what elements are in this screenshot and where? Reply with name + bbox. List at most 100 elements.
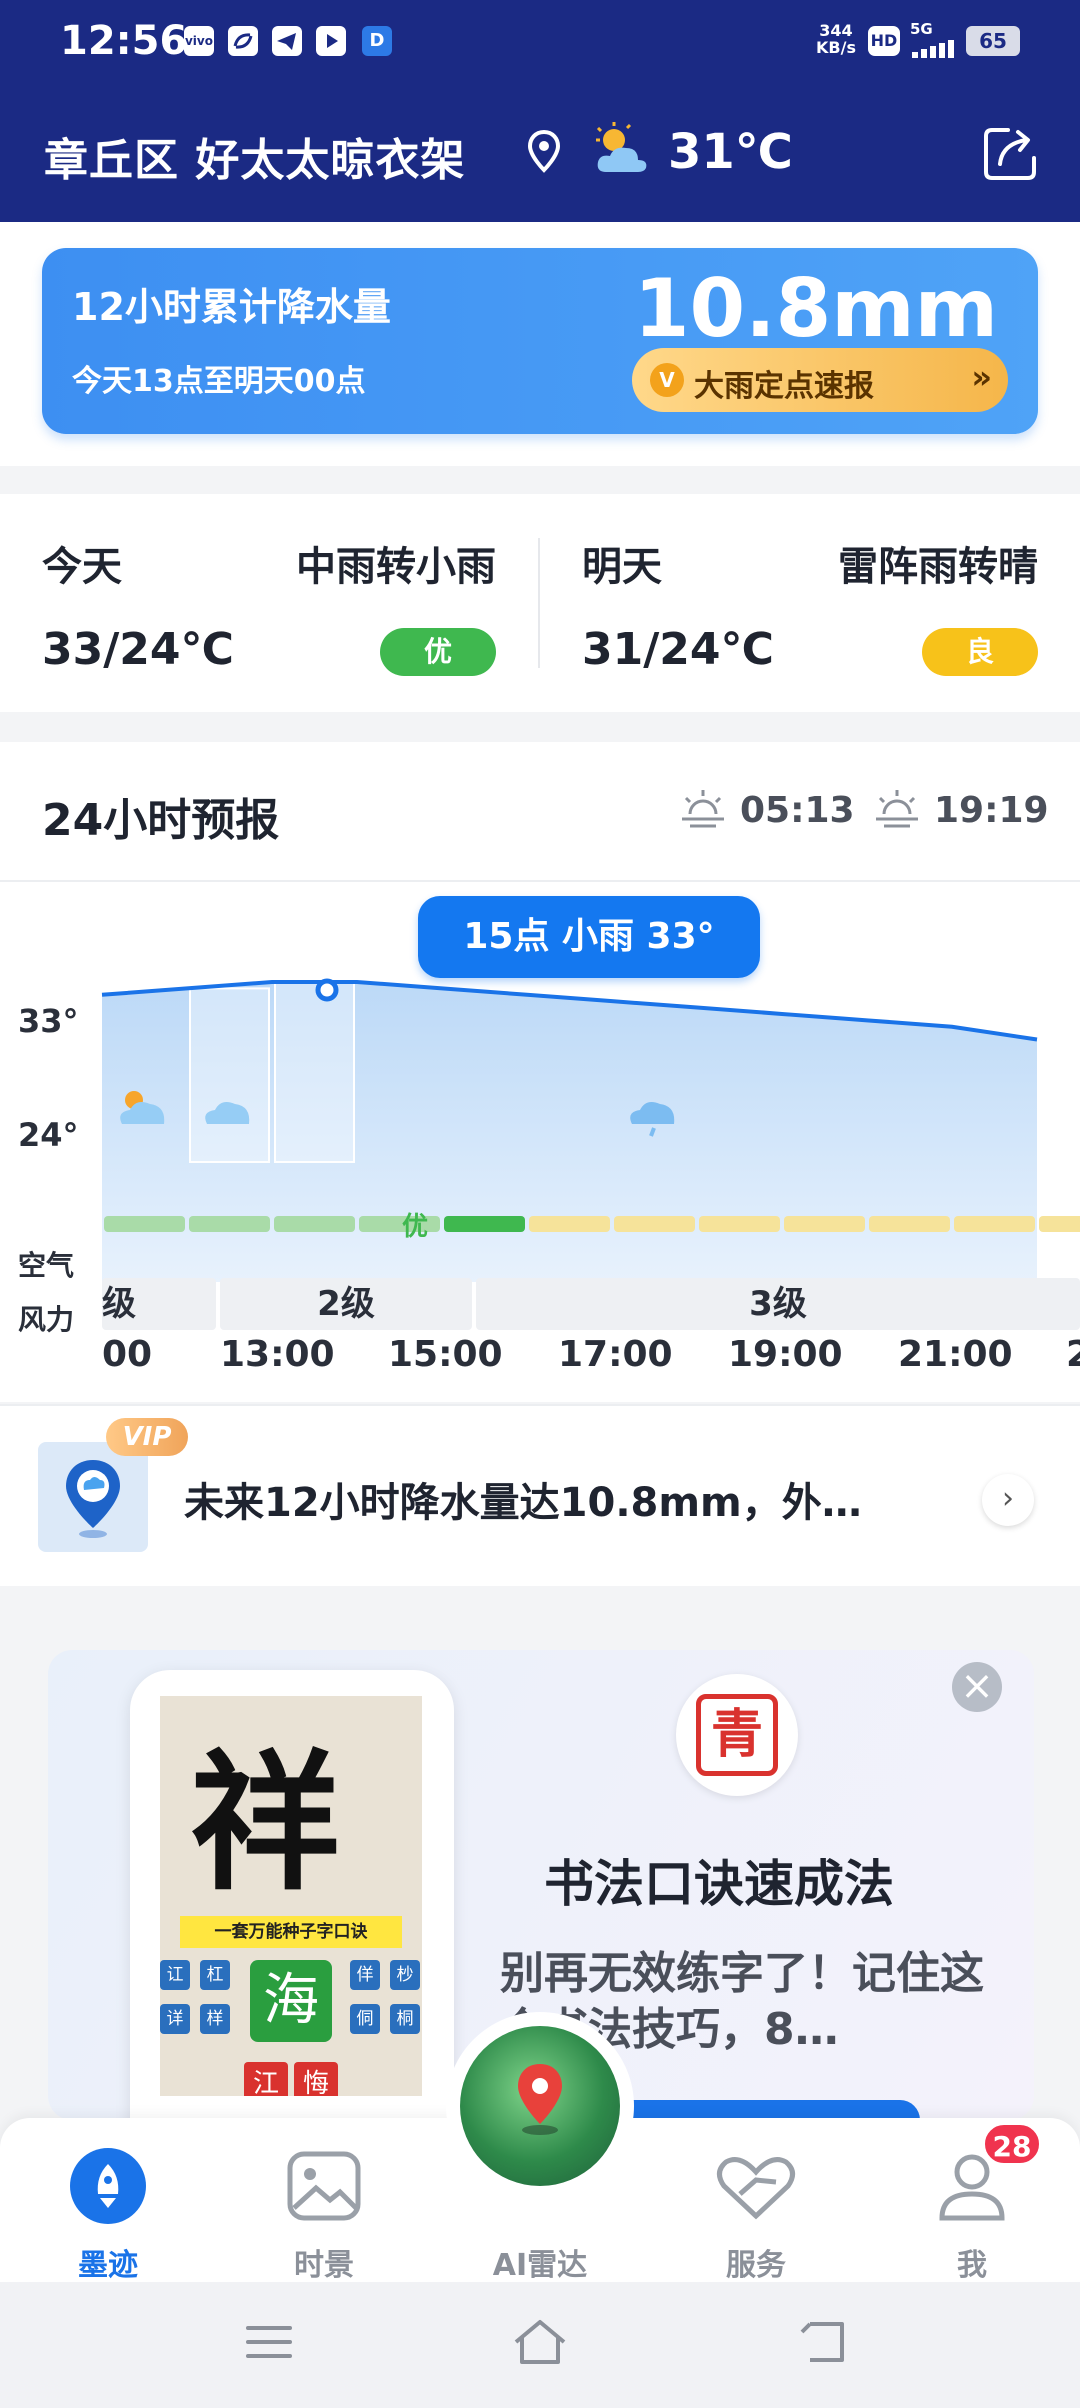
- tab-label: 时景: [294, 2248, 354, 2283]
- location-pin-icon[interactable]: [526, 130, 562, 174]
- tab-service[interactable]: 服务: [676, 2142, 836, 2283]
- hourly-forecast: 24小时预报 05:13 19:19 33° 24° 15点 小雨 33° 空气…: [0, 742, 1080, 1402]
- tab-moji[interactable]: 墨迹: [28, 2142, 188, 2283]
- ad-close-button[interactable]: ×: [952, 1662, 1002, 1712]
- current-temperature: 31℃: [668, 124, 793, 180]
- tab-scenery[interactable]: 时景: [244, 2142, 404, 2283]
- ad-title: 书法口诀速成法: [544, 1855, 894, 1913]
- menu-icon[interactable]: [244, 2322, 294, 2362]
- air-quality-bar: [529, 1216, 610, 1232]
- heart-hand-icon: [717, 2157, 795, 2220]
- vip-v-icon: V: [650, 363, 684, 397]
- air-quality-bar: [1039, 1216, 1080, 1232]
- air-row-label: 空气: [18, 1249, 75, 1282]
- network-type: 5G: [910, 20, 933, 38]
- tab-label: AI雷达: [492, 2248, 588, 2283]
- time-label: 00: [102, 1334, 153, 1375]
- tab-label: 墨迹: [78, 2248, 138, 2283]
- daily-forecast: 今天 中雨转小雨 33/24℃ 优 明天 雷阵雨转晴 31/24℃ 良: [0, 494, 1080, 712]
- air-quality-bar: [954, 1216, 1035, 1232]
- highlight-point: [315, 978, 339, 1002]
- air-quality-bar: [274, 1216, 355, 1232]
- sunrise-time: 05:13: [740, 790, 855, 831]
- rain-summary-card[interactable]: 12小时累计降水量 今天13点至明天00点 10.8mm V 大雨定点速报 »: [42, 248, 1038, 434]
- location-title[interactable]: 章丘区 好太太晾衣架: [44, 124, 465, 188]
- signal-icon: [912, 40, 954, 58]
- home-icon[interactable]: [510, 2316, 570, 2368]
- chart-tooltip: 15点 小雨 33°: [418, 896, 760, 978]
- air-quality-bar: [699, 1216, 780, 1232]
- time-label: 19:00: [728, 1334, 843, 1375]
- sunset-icon: [876, 790, 918, 828]
- net-speed: 344 KB/s: [816, 21, 856, 57]
- ad-mini-char: 杠: [200, 1960, 230, 1990]
- highlight-band: [189, 987, 270, 1163]
- ad-banner-text: 一套万能种子字口诀: [180, 1916, 402, 1948]
- play-icon: [316, 26, 346, 56]
- share-icon[interactable]: [980, 124, 1040, 184]
- system-nav-bar: [0, 2282, 1080, 2408]
- radar-icon: [460, 2026, 620, 2186]
- sunrise-icon: [682, 790, 724, 828]
- ad-mini-char: 讧: [160, 1960, 190, 1990]
- ad-logo: 青: [676, 1674, 798, 1796]
- time-label: 13:00: [220, 1334, 335, 1375]
- ad-red-char: 江: [244, 2062, 288, 2096]
- rain-time-range: 今天13点至明天00点: [72, 364, 366, 399]
- rain-amount: 10.8mm: [633, 262, 998, 355]
- ai-radar-button[interactable]: [446, 2012, 634, 2200]
- ad-cta-button[interactable]: [608, 2100, 920, 2120]
- ad-mini-char: 详: [160, 2004, 190, 2034]
- air-quality-bar: [614, 1216, 695, 1232]
- rain-title: 12小时累计降水量: [72, 285, 391, 329]
- ad-red-char: 悔: [294, 2062, 338, 2096]
- air-quality-bar: [869, 1216, 950, 1232]
- notification-badge: 28: [982, 2122, 1042, 2166]
- today-label: 今天: [42, 544, 122, 590]
- rocket-icon: [70, 2148, 146, 2224]
- battery-icon: 65: [966, 26, 1020, 56]
- wind-level-segment: 级: [102, 1278, 216, 1330]
- time-label: 2: [1066, 1334, 1080, 1375]
- time-label: 15:00: [388, 1334, 503, 1375]
- hd-badge: HD: [868, 26, 900, 56]
- telegram-icon: [272, 26, 302, 56]
- hourly-title: 24小时预报: [42, 795, 280, 846]
- chevron-right-icon[interactable]: ›: [982, 1474, 1034, 1526]
- ad-mini-char: 侗: [350, 2004, 380, 2034]
- today-aqi-badge: 优: [380, 628, 496, 676]
- top-bar: 12:56 vivo D 344 KB/s HD 5G 65 章丘区 好太太晾衣架…: [0, 0, 1080, 222]
- heavy-rain-report-label: 大雨定点速报: [694, 369, 874, 404]
- air-quality-bar: [784, 1216, 865, 1232]
- vivo-icon: vivo: [184, 26, 214, 56]
- wind-level-segment: 2级: [220, 1278, 472, 1330]
- back-icon[interactable]: [798, 2316, 850, 2368]
- highlight-band: [274, 981, 355, 1163]
- precip-alert-text: 未来12小时降水量达10.8mm，外…: [184, 1480, 862, 1526]
- picture-icon: [287, 2151, 361, 2221]
- today-card[interactable]: 今天 中雨转小雨 33/24℃ 优: [0, 494, 538, 712]
- today-condition: 中雨转小雨: [296, 544, 496, 590]
- double-chevron-icon: »: [971, 358, 992, 396]
- vip-badge: VIP: [106, 1418, 188, 1456]
- ad-mini-char: 桐: [390, 2004, 420, 2034]
- ad-mini-char: 佯: [350, 1960, 380, 1990]
- heavy-rain-report-button[interactable]: V 大雨定点速报 »: [632, 348, 1008, 412]
- today-temperature: 33/24℃: [42, 624, 234, 675]
- ad-mini-char: 杪: [390, 1960, 420, 1990]
- ad-big-char: 海: [250, 1960, 332, 2042]
- rain-location-icon: [38, 1442, 148, 1552]
- tab-label: 服务: [726, 2248, 786, 2283]
- swirl-icon: [228, 26, 258, 56]
- ad-mini-char: 样: [200, 2004, 230, 2034]
- time-label: 17:00: [558, 1334, 673, 1375]
- ad-phone-mockup: 祥 一套万能种子字口诀 讧 杠 佯 杪 详 样 侗 桐 海 江 悔: [130, 1670, 454, 2120]
- precip-alert-row[interactable]: VIP 未来12小时降水量达10.8mm，外… ›: [0, 1404, 1080, 1586]
- tomorrow-label: 明天: [582, 544, 662, 590]
- time-label: 21:00: [898, 1334, 1013, 1375]
- air-quality-bar: [444, 1216, 525, 1232]
- tomorrow-card[interactable]: 明天 雷阵雨转晴 31/24℃ 良: [540, 494, 1080, 712]
- wind-level-segment: 3级: [476, 1278, 1080, 1330]
- tomorrow-aqi-badge: 良: [922, 628, 1038, 676]
- ad-calligraphy-char: 祥: [190, 1735, 341, 1911]
